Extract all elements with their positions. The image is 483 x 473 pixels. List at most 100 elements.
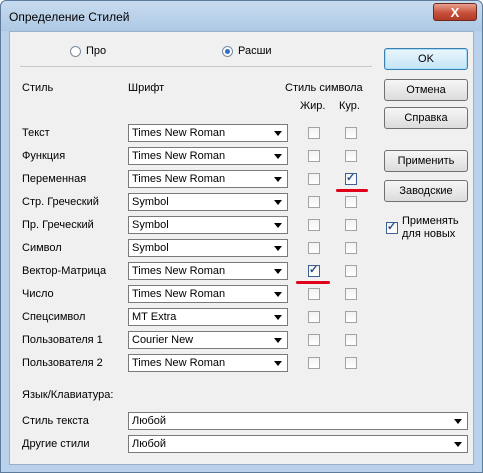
other-styles-label: Другие стили <box>22 438 90 450</box>
font-select-greek-lower[interactable]: Symbol <box>128 193 288 211</box>
apply-new-label-line1: Применять <box>402 215 459 227</box>
chevron-down-icon <box>274 223 282 228</box>
italic-checkbox-function[interactable] <box>345 150 357 162</box>
row-label-symbol: Символ <box>22 242 62 254</box>
bold-checkbox-user-1[interactable] <box>308 334 320 346</box>
apply-button[interactable]: Применить <box>384 150 468 172</box>
other-styles-select[interactable]: Любой <box>128 435 468 453</box>
apply-new-label-line2: для новых <box>402 228 456 240</box>
text-style-value: Любой <box>132 415 167 427</box>
factory-defaults-button[interactable]: Заводские <box>384 180 468 202</box>
italic-checkbox-symbol[interactable] <box>345 242 357 254</box>
bold-checkbox-greek-upper[interactable] <box>308 219 320 231</box>
close-button[interactable]: X <box>433 3 477 21</box>
font-select-user-2[interactable]: Times New Roman <box>128 354 288 372</box>
bold-checkbox-vector-matrix[interactable]: ✓ <box>308 264 320 277</box>
checkmark-icon: ✓ <box>346 172 356 184</box>
font-select-variable[interactable]: Times New Roman <box>128 170 288 188</box>
chevron-down-icon <box>274 361 282 366</box>
highlight-underline <box>336 189 368 192</box>
italic-checkbox-variable[interactable]: ✓ <box>345 172 357 185</box>
italic-checkbox-user-2[interactable] <box>345 357 357 369</box>
chevron-down-icon <box>274 200 282 205</box>
ok-button[interactable]: OK <box>384 48 468 70</box>
font-select-number[interactable]: Times New Roman <box>128 285 288 303</box>
italic-checkbox-vector-matrix[interactable] <box>345 265 357 277</box>
row-label-vector-matrix: Вектор-Матрица <box>22 265 107 277</box>
chevron-down-icon <box>454 442 462 447</box>
row-label-greek-lower: Стр. Греческий <box>22 196 99 208</box>
chevron-down-icon <box>274 246 282 251</box>
chevron-down-icon <box>454 419 462 424</box>
row-label-greek-upper: Пр. Греческий <box>22 219 94 231</box>
font-select-value: Times New Roman <box>132 265 226 277</box>
row-label-user-1: Пользователя 1 <box>22 334 103 346</box>
row-label-variable: Переменная <box>22 173 87 185</box>
italic-checkbox-text[interactable] <box>345 127 357 139</box>
language-section-label: Язык/Клавиатура: <box>22 389 114 401</box>
bold-checkbox-user-2[interactable] <box>308 357 320 369</box>
radio-extended[interactable] <box>222 46 233 57</box>
radio-extended-label: Расши <box>238 45 272 57</box>
font-select-value: Symbol <box>132 242 169 254</box>
bold-checkbox-text[interactable] <box>308 127 320 139</box>
chevron-down-icon <box>274 292 282 297</box>
header-italic: Кур. <box>339 100 360 112</box>
font-select-value: Times New Roman <box>132 357 226 369</box>
chevron-down-icon <box>274 131 282 136</box>
checkmark-icon: ✓ <box>387 221 397 233</box>
italic-checkbox-greek-upper[interactable] <box>345 219 357 231</box>
radio-basic-label: Про <box>86 45 107 57</box>
chevron-down-icon <box>274 154 282 159</box>
bold-checkbox-greek-lower[interactable] <box>308 196 320 208</box>
dialog-body: Про Расши Стиль Шрифт Стиль символа Жир.… <box>9 31 474 465</box>
row-label-text: Текст <box>22 127 50 139</box>
font-select-value: Times New Roman <box>132 288 226 300</box>
apply-new-checkbox[interactable]: ✓ <box>386 221 398 234</box>
bold-checkbox-function[interactable] <box>308 150 320 162</box>
bold-checkbox-special[interactable] <box>308 311 320 323</box>
header-char-style: Стиль символа <box>285 82 363 94</box>
font-select-value: MT Extra <box>132 311 177 323</box>
font-select-vector-matrix[interactable]: Times New Roman <box>128 262 288 280</box>
chevron-down-icon <box>274 315 282 320</box>
title-bar[interactable]: Определение Стилей X <box>1 1 482 31</box>
font-select-value: Symbol <box>132 196 169 208</box>
font-select-value: Symbol <box>132 219 169 231</box>
bold-checkbox-variable[interactable] <box>308 173 320 185</box>
text-style-select[interactable]: Любой <box>128 412 468 430</box>
help-button[interactable]: Справка <box>384 107 468 129</box>
font-select-special[interactable]: MT Extra <box>128 308 288 326</box>
font-select-user-1[interactable]: Courier New <box>128 331 288 349</box>
italic-checkbox-user-1[interactable] <box>345 334 357 346</box>
row-label-user-2: Пользователя 2 <box>22 357 103 369</box>
row-label-function: Функция <box>22 150 66 162</box>
italic-checkbox-number[interactable] <box>345 288 357 300</box>
other-styles-value: Любой <box>132 438 167 450</box>
row-label-number: Число <box>22 288 54 300</box>
bold-checkbox-number[interactable] <box>308 288 320 300</box>
window-title: Определение Стилей <box>9 10 130 24</box>
font-select-text[interactable]: Times New Roman <box>128 124 288 142</box>
header-bold: Жир. <box>300 100 326 112</box>
font-select-greek-upper[interactable]: Symbol <box>128 216 288 234</box>
font-select-value: Courier New <box>132 334 194 346</box>
font-select-value: Times New Roman <box>132 150 226 162</box>
chevron-down-icon <box>274 338 282 343</box>
radio-basic[interactable] <box>70 46 81 57</box>
italic-checkbox-special[interactable] <box>345 311 357 323</box>
italic-checkbox-greek-lower[interactable] <box>345 196 357 208</box>
font-select-symbol[interactable]: Symbol <box>128 239 288 257</box>
chevron-down-icon <box>274 269 282 274</box>
highlight-underline <box>296 281 330 284</box>
font-select-value: Times New Roman <box>132 173 226 185</box>
options-separator <box>20 66 372 67</box>
cancel-button[interactable]: Отмена <box>384 79 468 101</box>
dialog-window: Определение Стилей X Про Расши Стиль Шри… <box>0 0 483 473</box>
font-select-function[interactable]: Times New Roman <box>128 147 288 165</box>
checkmark-icon: ✓ <box>309 264 319 276</box>
header-font: Шрифт <box>128 82 165 94</box>
bold-checkbox-symbol[interactable] <box>308 242 320 254</box>
chevron-down-icon <box>274 177 282 182</box>
text-style-label: Стиль текста <box>22 415 89 427</box>
